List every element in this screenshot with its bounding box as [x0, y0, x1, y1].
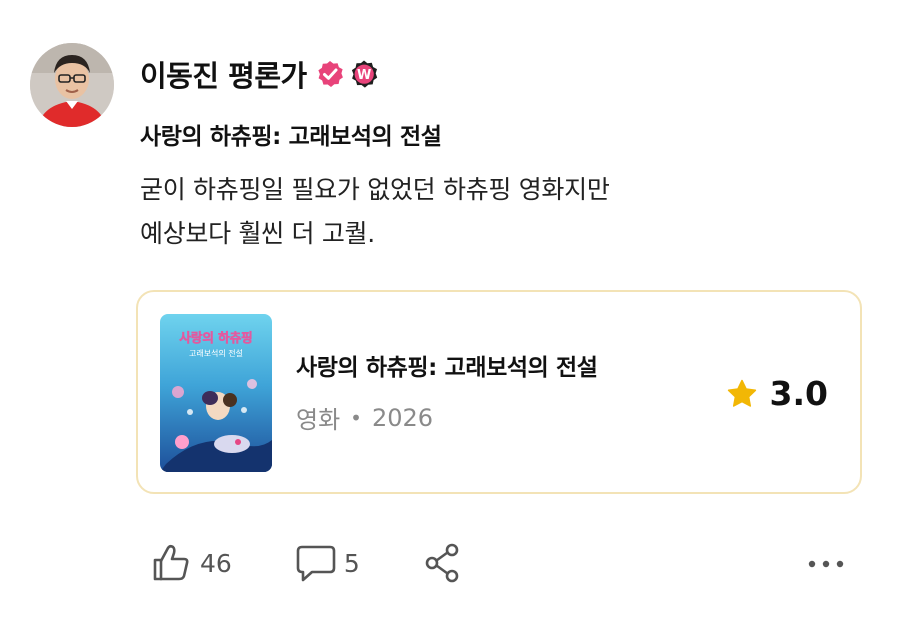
action-bar: 46 5 — [150, 542, 464, 584]
movie-poster: 사랑의 하츄핑 고래보석의 전설 — [160, 314, 272, 472]
star-icon — [727, 379, 756, 407]
movie-year: 2026 — [371, 403, 434, 432]
verified-check-icon — [315, 59, 345, 89]
poster-title-line2: 고래보석의 전설 — [189, 348, 243, 358]
rating-value: 3.0 — [769, 374, 828, 413]
comment-button[interactable]: 5 — [294, 542, 360, 584]
like-button[interactable]: 46 — [150, 542, 232, 584]
share-button[interactable] — [422, 542, 464, 584]
review-title: 사랑의 하츄핑: 고래보석의 전설 — [140, 124, 442, 150]
poster-title-line1: 사랑의 하츄핑 — [179, 330, 252, 345]
review-body-line: 예상보다 훨씬 더 고퀄. — [140, 219, 375, 248]
avatar[interactable] — [30, 43, 114, 127]
movie-rating: 3.0 — [726, 374, 828, 413]
meta-separator: • — [350, 405, 362, 430]
like-count: 46 — [200, 548, 232, 578]
author-name[interactable]: 이동진 평론가 — [140, 53, 307, 95]
movie-card[interactable]: 사랑의 하츄핑 고래보석의 전설 사랑의 하츄핑: 고래보석의 전설 영화 • … — [136, 290, 862, 494]
movie-category: 영화 — [296, 406, 341, 434]
share-icon — [425, 543, 459, 583]
thumbs-up-icon — [153, 544, 189, 581]
w-badge-icon: W — [349, 59, 379, 89]
author-row: 이동진 평론가 W — [140, 52, 379, 96]
more-dots-icon[interactable] — [804, 552, 848, 576]
review-body: 굳이 하츄핑일 필요가 없었던 하츄핑 영화지만 예상보다 훨씬 더 고퀄. — [140, 168, 840, 256]
movie-meta: 영화 • 2026 — [296, 400, 433, 435]
review-body-line: 굳이 하츄핑일 필요가 없었던 하츄핑 영화지만 — [140, 175, 610, 204]
comment-count: 5 — [343, 548, 360, 578]
comment-icon — [296, 545, 336, 582]
movie-title[interactable]: 사랑의 하츄핑: 고래보석의 전설 — [296, 348, 598, 382]
w-badge-letter: W — [357, 68, 371, 83]
